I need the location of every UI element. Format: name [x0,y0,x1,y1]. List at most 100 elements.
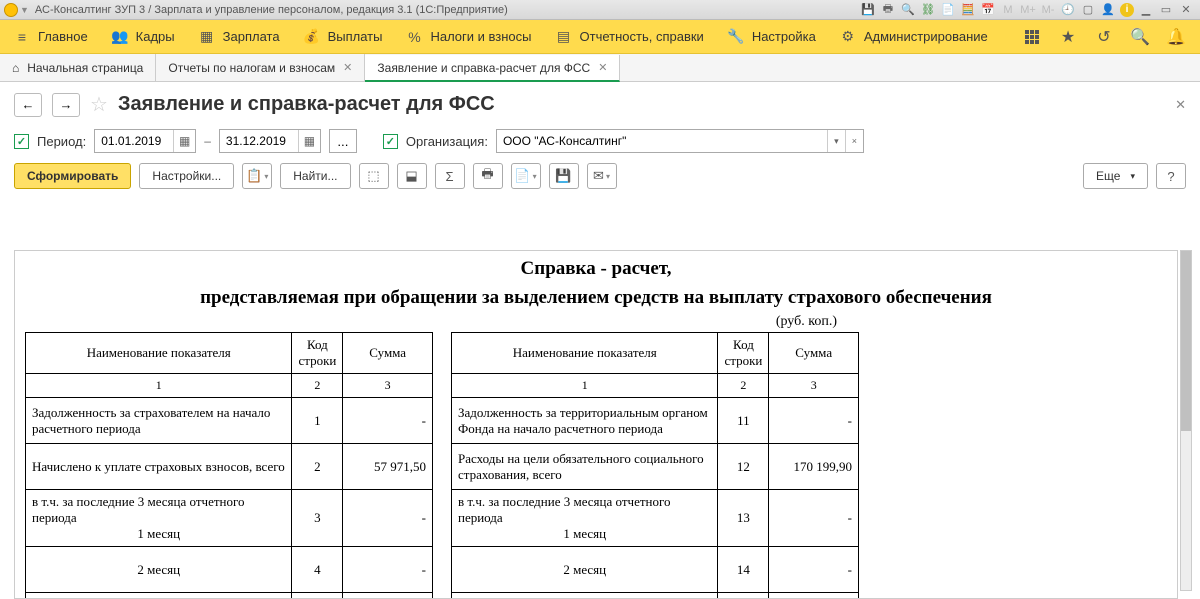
table-row: 2 месяц 4 - [26,547,433,593]
section-taxes[interactable]: %Налоги и взносы [406,29,531,45]
date-from-input[interactable] [95,134,173,148]
more-button[interactable]: Еще▾ [1083,163,1148,189]
save-report-button[interactable]: 💾 [549,163,579,189]
history-icon[interactable]: ↺ [1094,27,1114,47]
calendar-icon[interactable]: 📅 [980,2,996,18]
th-sum: Сумма [769,333,859,374]
sigma-icon[interactable]: Σ [435,163,465,189]
user-icon[interactable]: 👤 [1100,2,1116,18]
section-payouts[interactable]: 💰Выплаты [304,29,383,45]
settings-button[interactable]: Настройки... [139,163,234,189]
nav-tabs: ⌂Начальная страница Отчеты по налогам и … [0,54,1200,82]
section-salary[interactable]: ▦Зарплата [199,29,280,45]
clock-icon[interactable]: 🕘 [1060,2,1076,18]
m-plus-icon[interactable]: M+ [1020,2,1036,18]
date-from-field[interactable]: ▦ [94,129,196,153]
app-menu-dd[interactable]: ▼ [20,5,29,15]
close-icon[interactable]: ✕ [343,61,352,74]
cell-sum: - [343,398,433,444]
section-label: Главное [38,29,88,44]
bell-icon[interactable]: 🔔 [1166,27,1186,47]
info-icon[interactable]: i [1120,3,1134,17]
close-icon[interactable]: ✕ [598,61,607,74]
back-button[interactable]: ← [14,93,42,117]
forward-button[interactable]: → [52,93,80,117]
section-hr[interactable]: 👥 Кадры [112,29,175,45]
search-panel-icon[interactable]: 🔍 [1130,27,1150,47]
link-icon[interactable]: ⛓ [920,2,936,18]
percent-icon: % [406,29,422,45]
cell-code: 3 [292,490,343,547]
windows-icon[interactable]: ▢ [1080,2,1096,18]
period-picker-button[interactable]: ... [329,129,357,153]
min-icon[interactable]: ▁ [1138,2,1154,18]
search-icon[interactable]: 🔍 [900,2,916,18]
section-label: Настройка [752,29,816,44]
cell-name: 3 месяц [452,593,718,599]
variant-button[interactable]: 📋▾ [242,163,272,189]
date-to-input[interactable] [220,134,298,148]
cell-code: 11 [718,398,769,444]
th-code: Код строки [718,333,769,374]
table-row: Расходы на цели обязательного социальног… [452,444,859,490]
calc-icon[interactable]: 🧮 [960,2,976,18]
tab-tax-reports[interactable]: Отчеты по налогам и взносам✕ [156,54,365,81]
tab-fss-report[interactable]: Заявление и справка-расчет для ФСС✕ [365,55,620,82]
section-label: Администрирование [864,29,988,44]
section-settings[interactable]: 🔧 Настройка [728,29,816,45]
cell-name: Задолженность за территориальным органом… [452,398,718,444]
vertical-scrollbar[interactable] [1180,250,1192,591]
filter-row: ✓ Период: ▦ – ▦ ... ✓ Организация: ▾ × [14,129,1186,153]
col-num: 1 [452,374,718,398]
report-title-2: представляемая при обращении за выделени… [25,286,1167,311]
email-button[interactable]: ✉▾ [587,163,617,189]
m-minus-icon[interactable]: M [1000,2,1016,18]
org-input[interactable] [497,134,827,148]
print-button[interactable]: 🖶 [473,163,503,189]
doc-icon[interactable]: 📄 [940,2,956,18]
table-row: 3 месяц 5 - [26,593,433,599]
close-window-icon[interactable]: ✕ [1178,2,1194,18]
people-icon: 👥 [112,29,128,45]
th-name: Наименование показателя [26,333,292,374]
favorite-star-icon[interactable]: ☆ [90,92,108,117]
export-button[interactable]: 📄▾ [511,163,541,189]
help-button[interactable]: ? [1156,163,1186,189]
print-icon[interactable]: 🖶 [880,2,896,18]
apps-icon[interactable] [1022,27,1042,47]
section-menu: ≡ Главное 👥 Кадры ▦Зарплата 💰Выплаты %Нало… [0,20,1200,54]
org-checkbox[interactable]: ✓ [383,134,398,149]
collapse-icon[interactable]: ⬓ [397,163,427,189]
app-logo-icon [4,3,18,17]
date-to-field[interactable]: ▦ [219,129,321,153]
th-sum: Сумма [343,333,433,374]
col-num: 3 [343,374,433,398]
find-button[interactable]: Найти... [280,163,350,189]
table-row: 3 месяц 15 - [452,593,859,599]
calendar-icon[interactable]: ▦ [173,130,195,152]
cell-code: 15 [718,593,769,599]
org-field[interactable]: ▾ × [496,129,864,153]
tab-home[interactable]: ⌂Начальная страница [0,54,156,81]
chevron-down-icon[interactable]: ▾ [827,130,845,152]
generate-button[interactable]: Сформировать [14,163,131,189]
m-minus2-icon[interactable]: M- [1040,2,1056,18]
section-admin[interactable]: ⚙Администрирование [840,29,988,45]
star-icon[interactable]: ★ [1058,27,1078,47]
expand-icon[interactable]: ⬚ [359,163,389,189]
cell-code: 13 [718,490,769,547]
table-row: в т.ч. за последние 3 месяца отчетного п… [26,490,433,547]
menu-icon: ≡ [14,29,30,45]
calendar-icon[interactable]: ▦ [298,130,320,152]
period-checkbox[interactable]: ✓ [14,134,29,149]
restore-icon[interactable]: ▭ [1158,2,1174,18]
section-label: Кадры [136,29,175,44]
scrollbar-thumb[interactable] [1181,251,1191,431]
section-reports[interactable]: ▤Отчетность, справки [556,29,704,45]
page-close-icon[interactable]: ✕ [1175,97,1186,113]
wrench-icon: 🔧 [728,29,744,45]
cell-code: 12 [718,444,769,490]
section-main[interactable]: ≡ Главное [14,29,88,45]
save-icon[interactable]: 💾 [860,2,876,18]
clear-icon[interactable]: × [845,130,863,152]
